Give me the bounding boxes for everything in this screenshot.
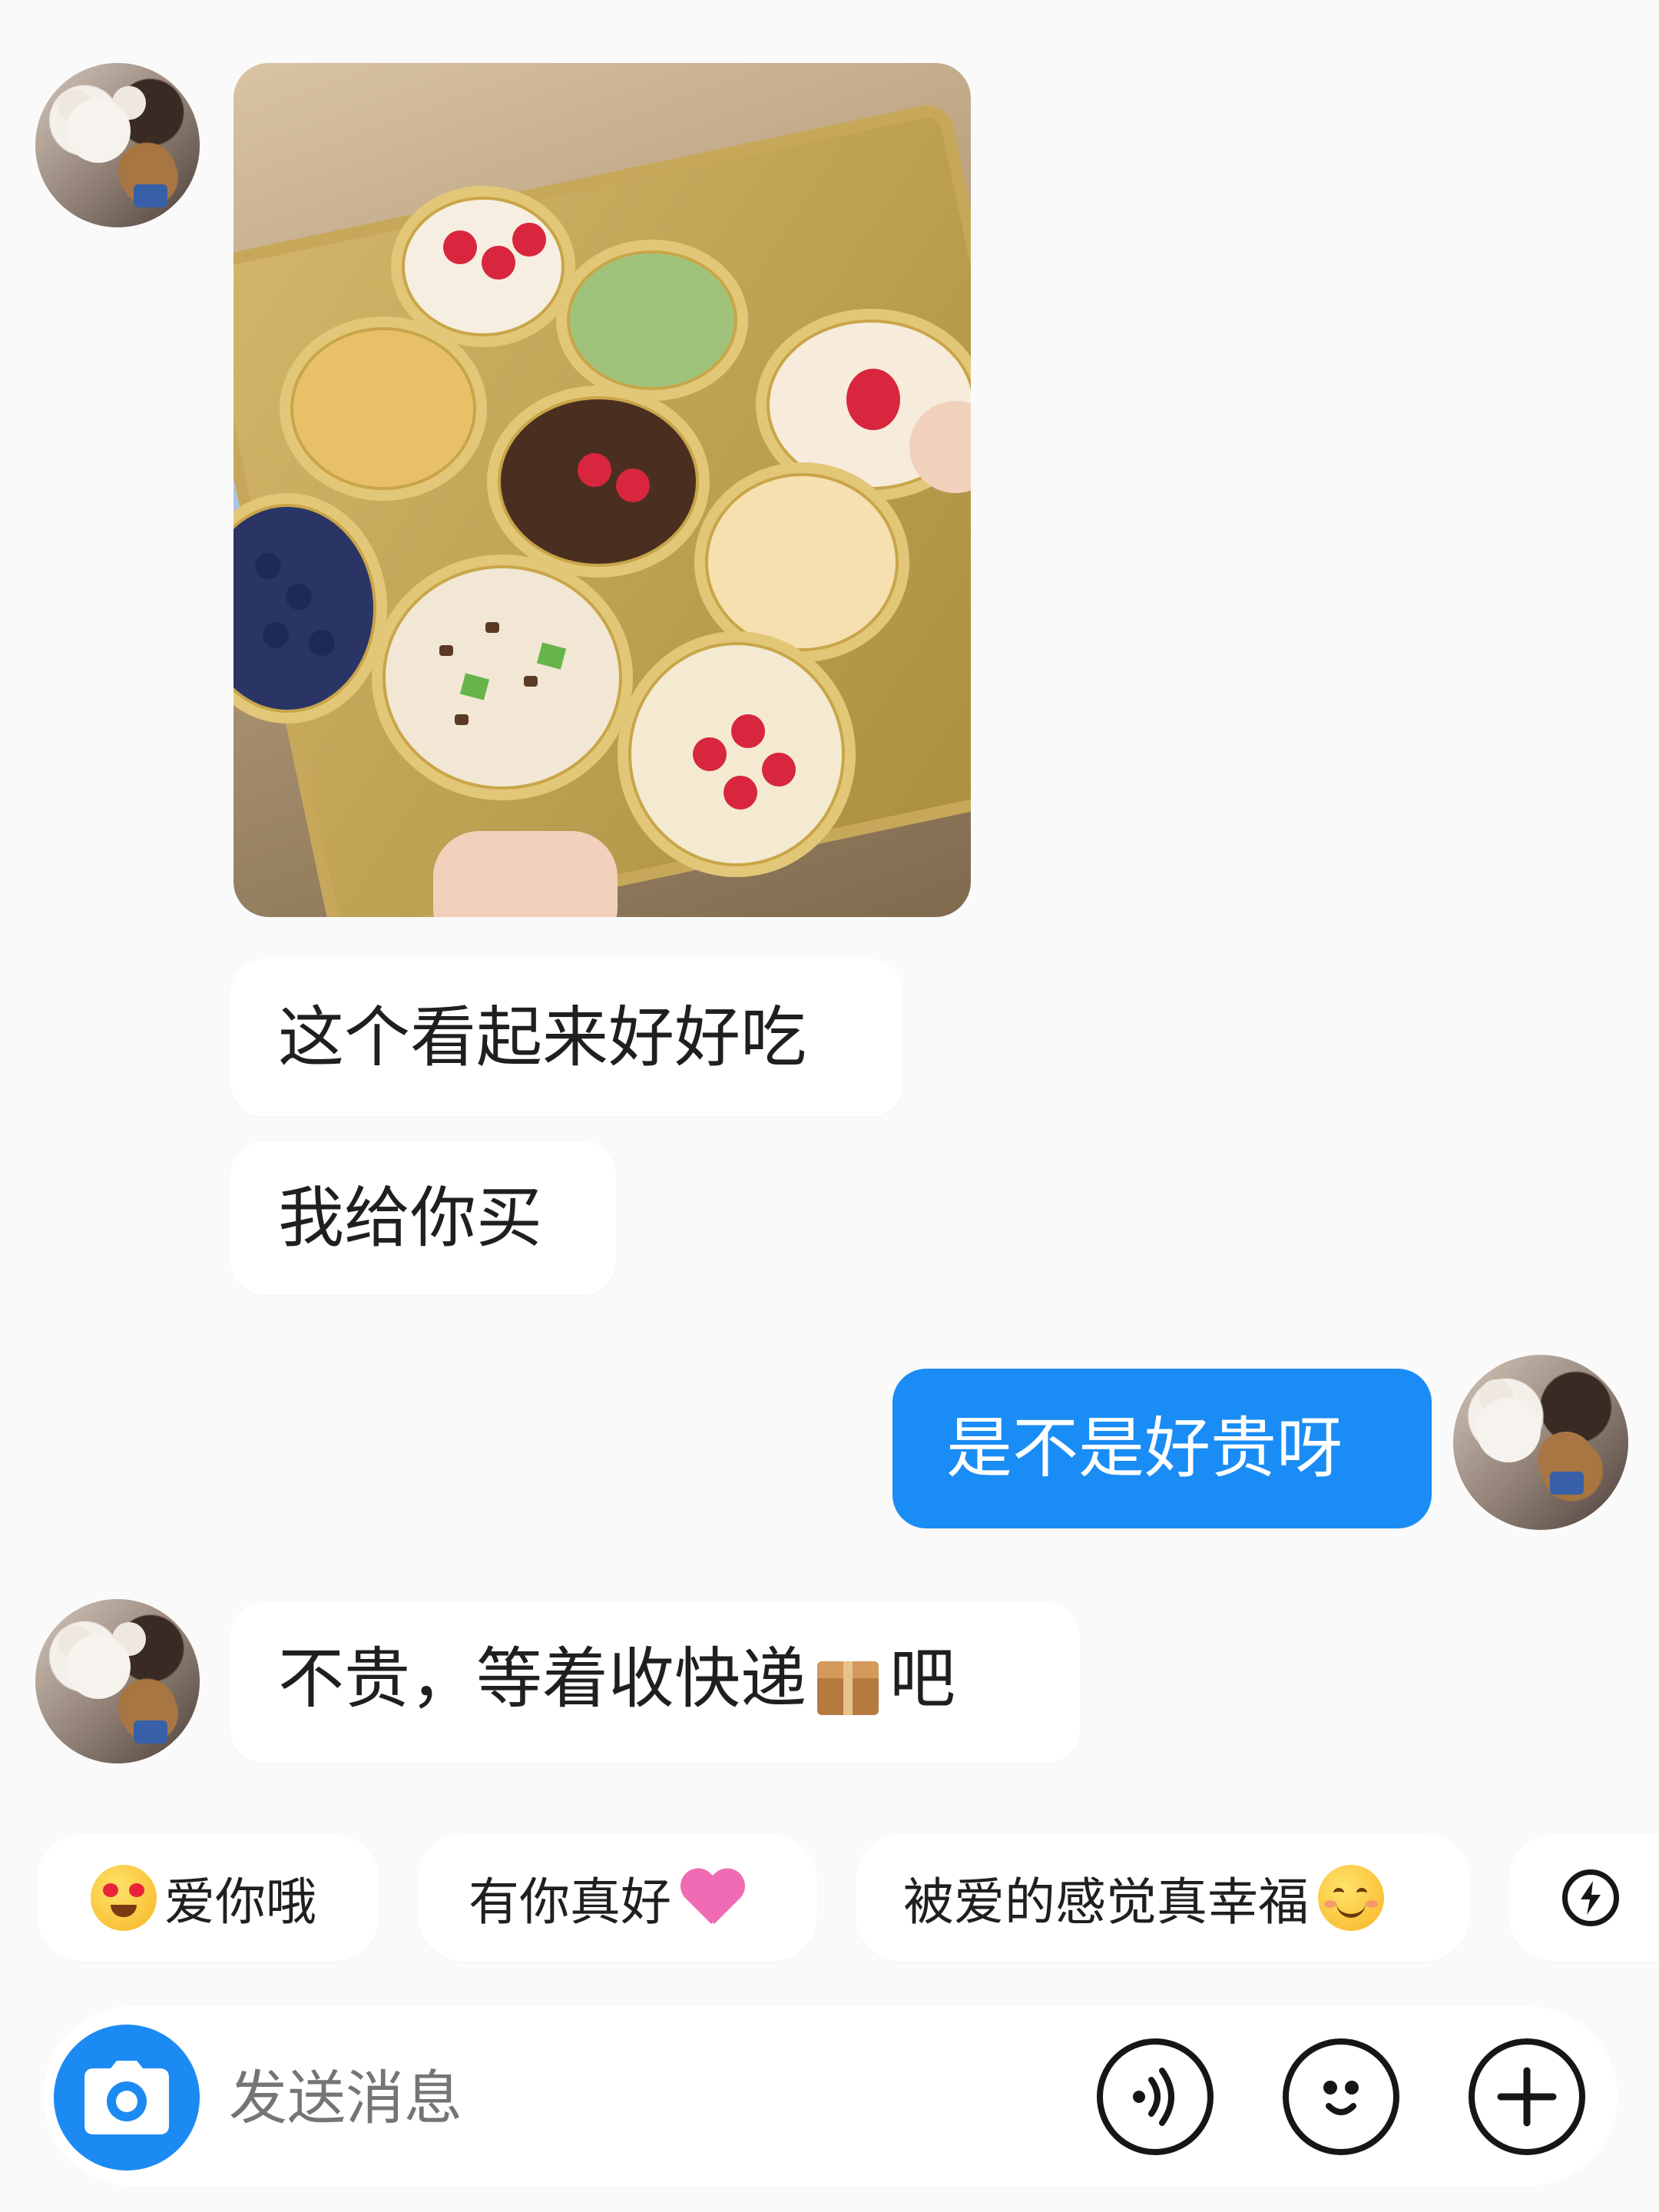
- quick-reply-chip[interactable]: 被爱的感觉真幸福: [856, 1834, 1470, 1962]
- quick-reply-label: 被爱的感觉真幸福: [903, 1873, 1309, 1932]
- message-bubble[interactable]: 不贵，等着收快递 吧: [230, 1602, 1080, 1763]
- quick-reply-label: 有你真好: [469, 1873, 671, 1932]
- message-text: 吧: [889, 1640, 955, 1717]
- my-message-bubble[interactable]: 是不是好贵呀: [892, 1369, 1432, 1528]
- voice-icon: [1133, 2068, 1174, 2126]
- contact-avatar[interactable]: [35, 63, 200, 227]
- message-text: 是不是好贵呀: [946, 1410, 1343, 1487]
- camera-button[interactable]: [54, 2025, 200, 2171]
- emoji-face-icon: [1323, 2081, 1359, 2115]
- lightning-icon: [1562, 1869, 1619, 1926]
- message-bubble[interactable]: 我给你买: [230, 1141, 616, 1295]
- voice-button[interactable]: [1097, 2038, 1214, 2155]
- package-emoji: [810, 1646, 886, 1720]
- my-avatar[interactable]: [1453, 1355, 1628, 1530]
- message-text: 不贵，等着收快递: [278, 1640, 806, 1717]
- add-button[interactable]: [1469, 2038, 1585, 2155]
- smile-emoji: [1318, 1865, 1384, 1931]
- heart-eyes-emoji: [91, 1865, 157, 1931]
- dessert-photo-message[interactable]: [233, 63, 971, 917]
- emoji-button[interactable]: [1283, 2038, 1399, 2155]
- message-input[interactable]: [227, 2043, 1075, 2152]
- plus-icon: [1497, 2067, 1557, 2127]
- message-text: 这个看起来好好吃: [278, 999, 806, 1076]
- pink-heart-emoji: [679, 1867, 745, 1929]
- quick-reply-chip[interactable]: 爱你哦: [37, 1834, 379, 1962]
- message-bubble[interactable]: 这个看起来好好吃: [230, 959, 903, 1117]
- quick-reply-label: 爱你哦: [164, 1873, 316, 1932]
- quick-reply-chip[interactable]: 有你真好: [418, 1834, 817, 1962]
- camera-icon: [84, 2061, 169, 2134]
- message-text: 我给你买: [278, 1180, 542, 1257]
- quick-reply-chip[interactable]: [1508, 1834, 1659, 1962]
- contact-avatar[interactable]: [35, 1599, 200, 1763]
